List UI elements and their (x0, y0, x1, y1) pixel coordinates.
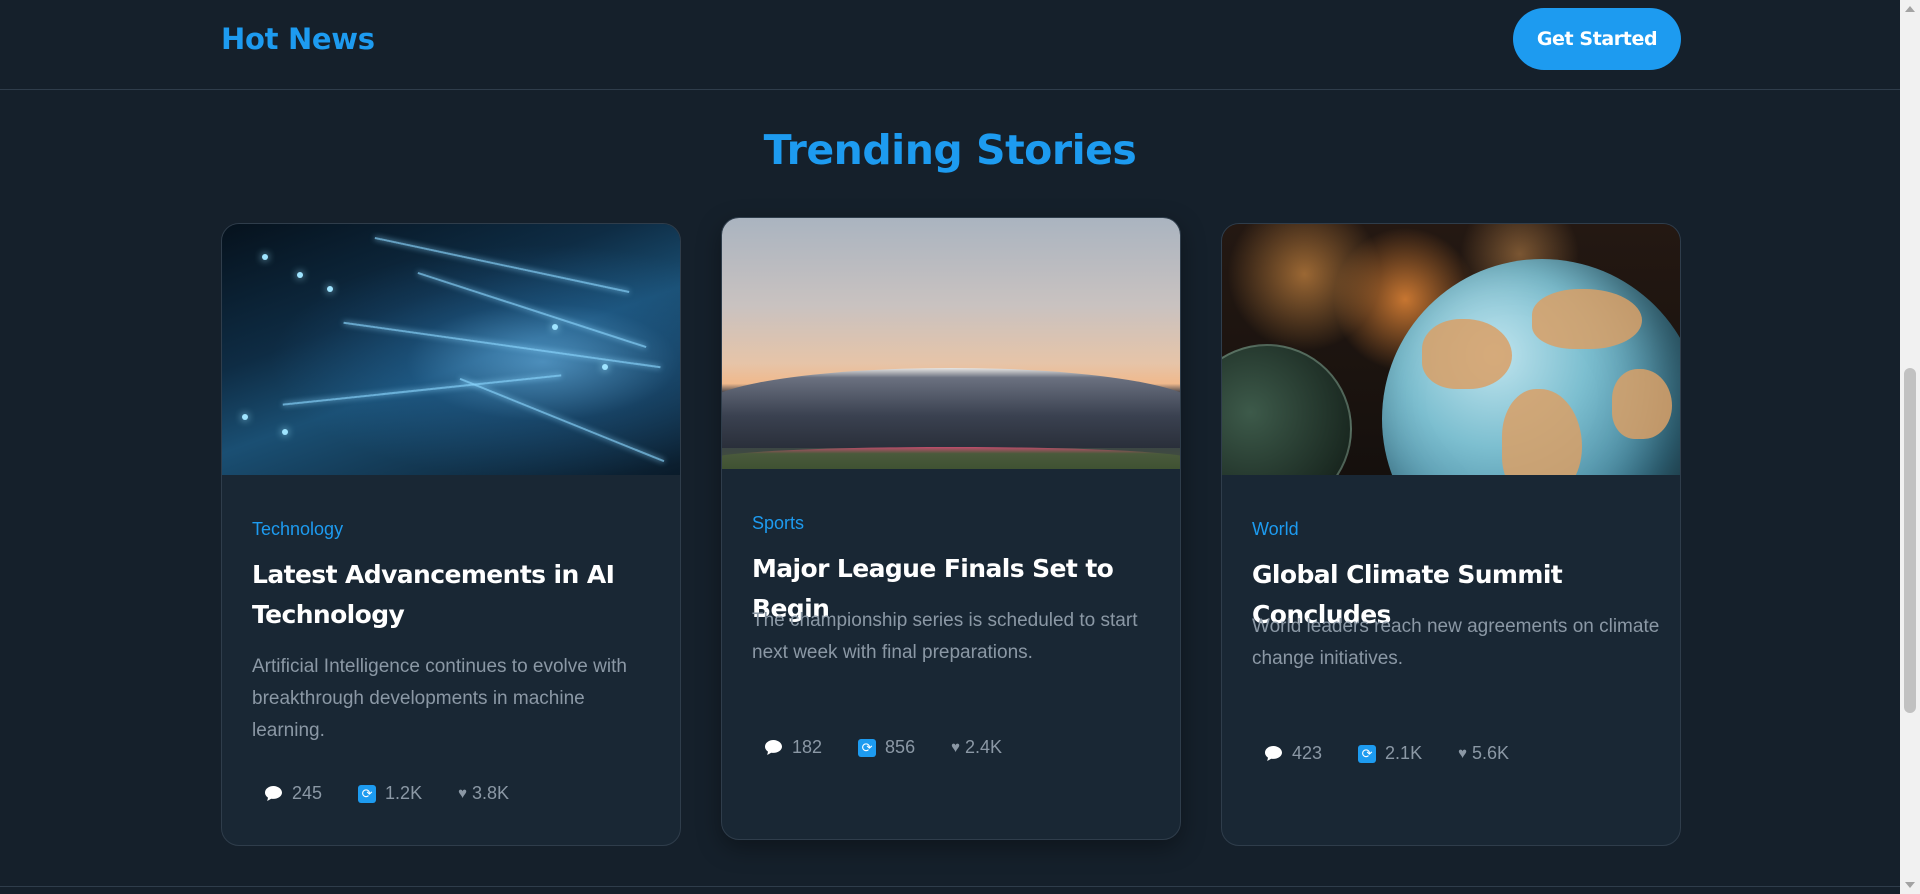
share-button[interactable]: ⟳ 1.2K (358, 783, 422, 804)
comment-icon (1264, 745, 1283, 762)
heart-icon: ♥ (951, 739, 960, 756)
like-count: 2.4K (965, 737, 1003, 757)
like-button[interactable]: ♥ 3.8K (458, 783, 509, 804)
globe-image (1222, 224, 1680, 475)
circuit-board-image (222, 224, 680, 475)
story-stats: 182 ⟳ 856 ♥ 2.4K (764, 737, 1002, 758)
get-started-button[interactable]: Get Started (1513, 8, 1681, 70)
story-card[interactable]: World Global Climate Summit Concludes Wo… (1221, 223, 1681, 846)
heart-icon: ♥ (458, 785, 467, 802)
globe (1382, 259, 1680, 475)
comment-icon (764, 739, 783, 756)
section-title: Trending Stories (763, 126, 1137, 174)
section-divider (0, 886, 1900, 887)
page: Hot News Get Started Trending Stories Te… (0, 0, 1900, 894)
stadium-image (722, 218, 1180, 469)
share-button[interactable]: ⟳ 2.1K (1358, 743, 1422, 764)
stadium-stands (722, 368, 1180, 448)
share-count: 1.2K (385, 783, 423, 803)
stadium-field (722, 447, 1180, 469)
comments-button[interactable]: 245 (264, 783, 322, 804)
like-count: 3.8K (471, 783, 510, 803)
comment-icon (264, 785, 283, 802)
story-card[interactable]: Technology Latest Advancements in AI Tec… (221, 223, 681, 846)
share-count: 856 (885, 737, 916, 757)
share-button[interactable]: ⟳ 856 (858, 737, 915, 758)
story-description: World leaders reach new agreements on cl… (1252, 616, 1660, 669)
like-count: 5.6K (1471, 743, 1510, 763)
share-count: 2.1K (1385, 743, 1423, 763)
story-stats: 245 ⟳ 1.2K ♥ 3.8K (264, 783, 509, 804)
retweet-icon: ⟳ (1358, 744, 1377, 763)
site-header: Hot News Get Started (0, 0, 1900, 90)
retweet-icon: ⟳ (858, 738, 877, 757)
comment-count: 182 (792, 737, 823, 757)
page-scrollbar[interactable] (1900, 0, 1920, 894)
category-link[interactable]: Sports (752, 513, 804, 534)
story-stats: 423 ⟳ 2.1K ♥ 5.6K (1264, 743, 1509, 764)
site-logo[interactable]: Hot News (221, 22, 375, 56)
story-card[interactable]: Sports Major League Finals Set to Begin … (721, 217, 1181, 840)
story-title[interactable]: Latest Advancements in AI Technology (252, 555, 662, 635)
category-link[interactable]: World (1252, 519, 1299, 540)
comment-count: 245 (292, 783, 323, 803)
scroll-up-arrow-icon[interactable] (1905, 6, 1915, 12)
heart-icon: ♥ (1458, 745, 1467, 762)
comments-button[interactable]: 423 (1264, 743, 1322, 764)
story-description: The championship series is scheduled to … (752, 610, 1138, 663)
scrollbar-thumb[interactable] (1904, 368, 1916, 713)
retweet-icon: ⟳ (358, 784, 377, 803)
comment-count: 423 (1292, 743, 1323, 763)
like-button[interactable]: ♥ 5.6K (1458, 743, 1509, 764)
comments-button[interactable]: 182 (764, 737, 822, 758)
like-button[interactable]: ♥ 2.4K (951, 737, 1002, 758)
category-link[interactable]: Technology (252, 519, 343, 540)
scroll-down-arrow-icon[interactable] (1905, 882, 1915, 888)
glass-orb (1222, 344, 1352, 475)
story-description: Artificial Intelligence continues to evo… (252, 656, 627, 741)
